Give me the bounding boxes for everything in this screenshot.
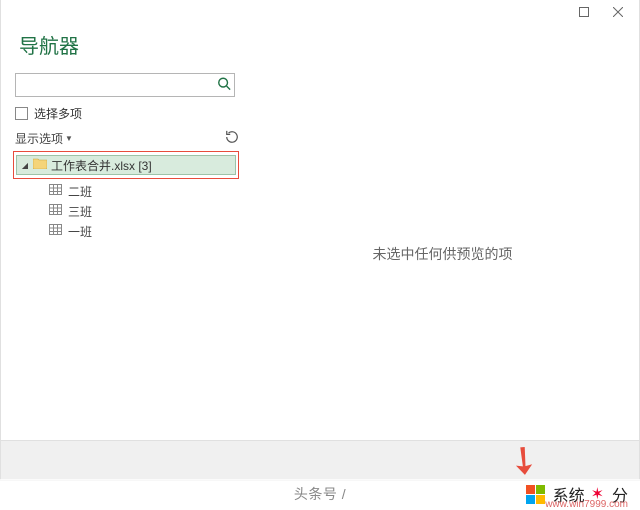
preview-empty-message: 未选中任何供预览的项 <box>373 244 513 264</box>
sheet-label: 二班 <box>68 183 92 200</box>
worksheet-icon <box>49 224 62 238</box>
worksheet-icon <box>49 184 62 198</box>
expander-icon[interactable]: ◢ <box>21 161 29 170</box>
search-wrap <box>15 73 235 97</box>
search-icon[interactable] <box>217 77 231 94</box>
dialog-footer <box>1 440 639 480</box>
chevron-down-icon: ▼ <box>65 134 73 143</box>
multiselect-label: 选择多项 <box>34 105 82 122</box>
tree-workbook-node[interactable]: ◢ 工作表合并.xlsx [3] <box>16 155 236 175</box>
worksheet-icon <box>49 204 62 218</box>
content-area: 选择多项 显示选项 ▼ ◢ <box>1 67 639 441</box>
tree-sheet-node[interactable]: 二班 <box>15 181 236 201</box>
tree-sheet-node[interactable]: 三班 <box>15 201 236 221</box>
multiselect-checkbox[interactable] <box>15 107 28 120</box>
refresh-icon[interactable] <box>225 130 239 147</box>
window-maximize-button[interactable] <box>567 0 601 24</box>
title-bar <box>1 0 639 24</box>
preview-pane: 未选中任何供预览的项 <box>246 67 639 441</box>
sheet-label: 三班 <box>68 203 92 220</box>
navigator-window: 导航器 选择多项 显示选项 ▼ <box>0 0 640 481</box>
tree-sheet-node[interactable]: 一班 <box>15 221 236 241</box>
sheet-label: 一班 <box>68 223 92 240</box>
workbook-label: 工作表合并.xlsx [3] <box>51 157 152 174</box>
dialog-title: 导航器 <box>19 30 621 59</box>
display-options-link[interactable]: 显示选项 ▼ <box>15 130 73 147</box>
window-close-button[interactable] <box>601 0 635 24</box>
brand-url: www.win7999.com <box>545 499 628 510</box>
watermark-overlay: 头条号 / 系统 ✶ 分 www.win7999.com <box>0 479 640 509</box>
multiselect-row[interactable]: 选择多项 <box>15 105 236 122</box>
dialog-header: 导航器 <box>1 24 639 67</box>
annotation-highlight: ◢ 工作表合并.xlsx [3] <box>13 151 239 179</box>
search-input[interactable] <box>15 73 235 97</box>
display-options-row: 显示选项 ▼ <box>15 130 239 147</box>
display-options-label: 显示选项 <box>15 130 63 147</box>
folder-icon <box>33 158 47 172</box>
navigator-left-pane: 选择多项 显示选项 ▼ ◢ <box>1 67 246 441</box>
microsoft-logo-icon <box>526 485 545 504</box>
